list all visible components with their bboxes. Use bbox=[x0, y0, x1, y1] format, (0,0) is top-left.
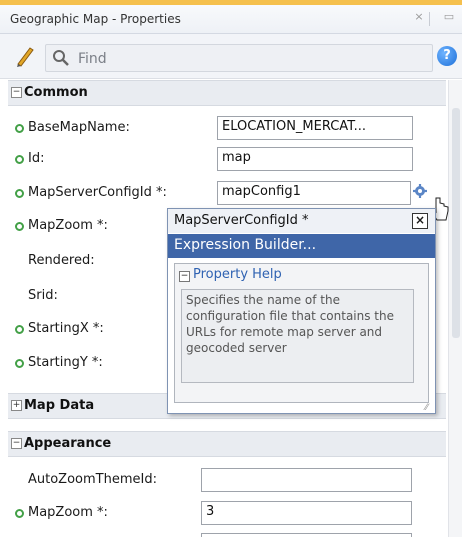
property-label: Id: bbox=[28, 151, 45, 166]
property-help-panel: − Property Help Specifies the name of th… bbox=[174, 263, 429, 403]
property-label: Srid: bbox=[28, 288, 58, 303]
section-label: Appearance bbox=[24, 436, 112, 451]
section-appearance[interactable]: − Appearance bbox=[8, 431, 446, 457]
property-row: MapServerConfigId *: mapConfig1 bbox=[8, 178, 446, 208]
collapse-icon[interactable]: − bbox=[11, 87, 22, 98]
property-field[interactable]: ELOCATION_MERCAT... bbox=[217, 116, 413, 140]
property-label: MapZoom *: bbox=[28, 505, 108, 520]
scrollbar-thumb[interactable] bbox=[452, 108, 460, 338]
search-input[interactable] bbox=[76, 48, 420, 70]
required-dot-icon bbox=[15, 189, 24, 198]
section-label: Map Data bbox=[24, 398, 95, 413]
property-field[interactable] bbox=[201, 533, 412, 537]
search-icon bbox=[53, 50, 69, 66]
property-label: StartingX *: bbox=[28, 321, 104, 336]
property-label: StartingY *: bbox=[28, 355, 103, 370]
property-label: BaseMapName: bbox=[28, 120, 130, 135]
property-popup: MapServerConfigId * × Expression Builder… bbox=[167, 208, 436, 414]
collapse-icon[interactable]: − bbox=[11, 438, 22, 449]
required-dot-icon bbox=[15, 359, 24, 368]
property-field[interactable] bbox=[201, 468, 412, 492]
pencil-icon[interactable] bbox=[14, 44, 36, 68]
property-label: MapZoom *: bbox=[28, 218, 108, 233]
resize-grip-icon[interactable]: ⁄⁄ bbox=[425, 403, 433, 413]
title-divider bbox=[429, 12, 430, 26]
expression-builder-label: Expression Builder... bbox=[174, 237, 317, 253]
property-help-title[interactable]: Property Help bbox=[193, 267, 282, 282]
section-common[interactable]: − Common bbox=[8, 80, 446, 106]
collapse-icon[interactable]: − bbox=[179, 271, 190, 282]
property-field[interactable]: mapConfig1 bbox=[217, 181, 411, 205]
window-title: Geographic Map - Properties bbox=[10, 12, 181, 26]
required-dot-icon bbox=[15, 509, 24, 518]
popup-header: MapServerConfigId * × bbox=[168, 209, 435, 233]
title-accent bbox=[0, 0, 462, 5]
property-row: AutoZoomThemeId: bbox=[8, 465, 446, 495]
gear-icon[interactable] bbox=[412, 183, 428, 199]
section-label: Common bbox=[24, 85, 88, 100]
expression-builder-item[interactable]: Expression Builder... bbox=[168, 234, 435, 258]
property-row: MapZoom *: 3 bbox=[8, 498, 446, 528]
property-label: AutoZoomThemeId: bbox=[28, 472, 157, 487]
help-icon[interactable]: ? bbox=[437, 46, 457, 66]
property-row: Id: map bbox=[8, 144, 446, 174]
required-dot-icon bbox=[15, 124, 24, 133]
minimize-icon[interactable]: ▭ bbox=[442, 10, 456, 24]
required-dot-icon bbox=[15, 325, 24, 334]
toolbar: ? bbox=[0, 34, 462, 79]
required-dot-icon bbox=[15, 222, 24, 231]
property-row: BaseMapName: ELOCATION_MERCAT... bbox=[8, 113, 446, 143]
property-label: Rendered: bbox=[28, 253, 95, 268]
title-bar: Geographic Map - Properties × ▭ bbox=[0, 0, 462, 34]
required-dot-icon bbox=[15, 155, 24, 164]
vertical-scrollbar[interactable] bbox=[448, 80, 462, 537]
property-help-text: Specifies the name of the configuration … bbox=[181, 289, 414, 383]
expand-icon[interactable]: + bbox=[11, 400, 22, 411]
property-row bbox=[8, 530, 446, 537]
close-tab-icon[interactable]: × bbox=[412, 10, 426, 24]
property-field[interactable]: 3 bbox=[201, 501, 412, 525]
popup-title: MapServerConfigId * bbox=[174, 213, 309, 228]
search-box[interactable] bbox=[45, 44, 433, 72]
close-icon[interactable]: × bbox=[412, 213, 428, 229]
property-field[interactable]: map bbox=[217, 147, 413, 171]
property-label: MapServerConfigId *: bbox=[28, 185, 167, 200]
